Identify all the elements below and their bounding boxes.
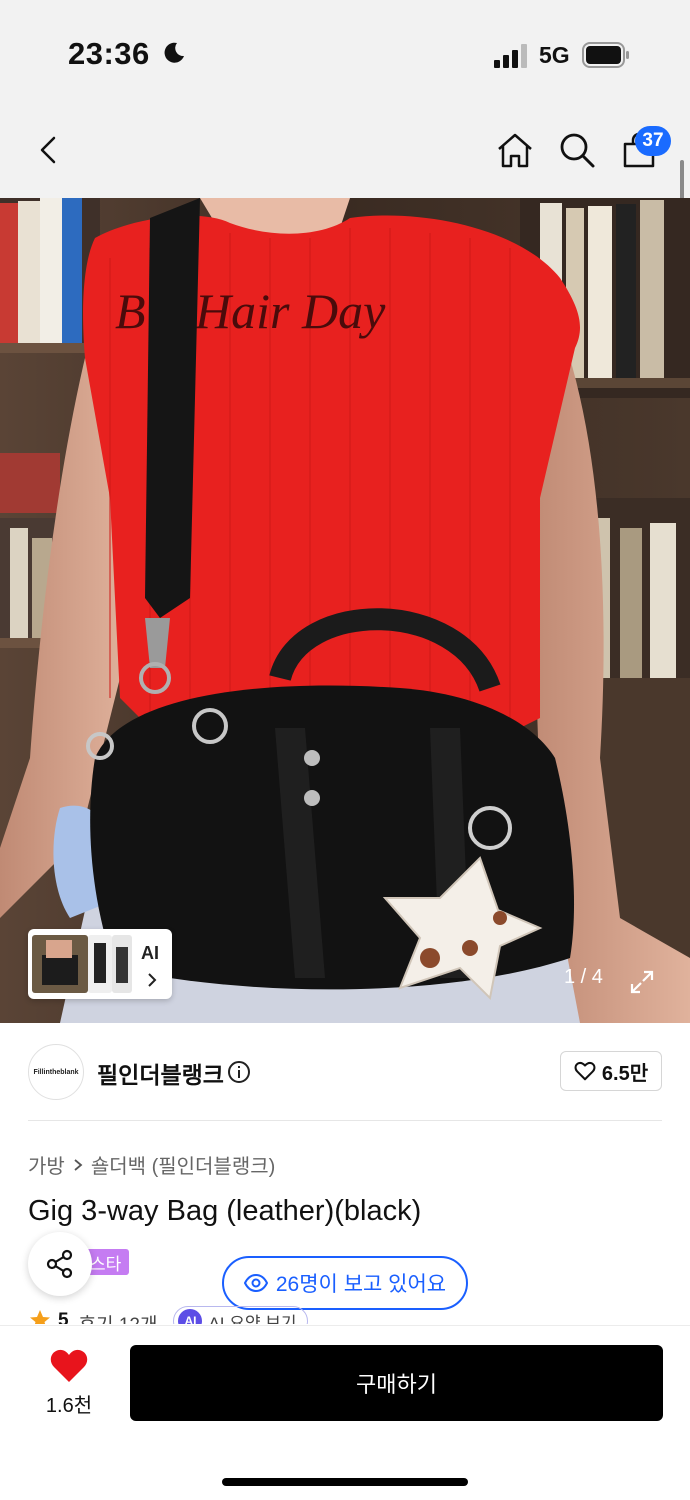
thumbnail-image: [32, 935, 88, 993]
heart-filled-icon[interactable]: [50, 1348, 88, 1384]
product-photo: B Hair Day: [0, 198, 690, 1023]
breadcrumb-item-subcategory[interactable]: 숄더백 (필인더블랭크): [91, 1150, 275, 1179]
viewers-text: 26명이 보고 있어요: [275, 1273, 447, 1296]
review-count-link[interactable]: 후기 12개: [79, 1310, 158, 1324]
product-title: Gig 3-way Bag (leather)(black): [28, 1195, 422, 1227]
chevron-right-icon: [148, 973, 157, 987]
star-icon: [30, 1310, 50, 1324]
eye-icon: [243, 1273, 268, 1293]
signal-icon: [494, 44, 527, 68]
brand-like-button[interactable]: 6.5만: [560, 1051, 662, 1091]
wish-count: 1.6천: [45, 1395, 93, 1417]
cart-count-badge[interactable]: 37: [635, 126, 671, 156]
ai-summary-label: AI 요약 보기: [208, 1313, 297, 1325]
rating-value: 5: [58, 1310, 69, 1324]
share-icon: [46, 1249, 73, 1279]
home-indicator: [222, 1478, 468, 1486]
top-nav-bar: [0, 100, 690, 198]
breadcrumb: 가방 숄더백 (필인더블랭크): [28, 1150, 275, 1179]
brand-like-count: 6.5만: [601, 1062, 649, 1085]
product-hero-image[interactable]: B Hair Day: [0, 198, 690, 1023]
svg-text:B: B: [115, 283, 146, 339]
breadcrumb-item-category[interactable]: 가방: [28, 1150, 65, 1179]
home-icon[interactable]: [495, 130, 535, 170]
back-arrow-icon[interactable]: [30, 130, 70, 170]
buy-button[interactable]: 구매하기: [130, 1345, 663, 1421]
thumbnail-image: [112, 935, 132, 993]
network-type: 5G: [539, 42, 570, 68]
info-icon[interactable]: [227, 1060, 251, 1084]
ai-thumbnail-card[interactable]: [28, 929, 172, 999]
status-bar: 23:36 5G: [0, 0, 690, 100]
ai-summary-button[interactable]: AI AI 요약 보기: [173, 1306, 308, 1325]
battery-icon: [582, 42, 629, 68]
ai-badge-icon: AI: [178, 1309, 203, 1324]
svg-text:Hair Day: Hair Day: [194, 283, 386, 339]
image-counter: 1 / 4: [564, 966, 603, 988]
search-icon[interactable]: [557, 130, 597, 170]
chevron-right-icon: [74, 1158, 83, 1171]
divider: [28, 1120, 662, 1121]
thumbnail-ai-label: AI: [141, 943, 159, 963]
status-time: 23:36: [68, 36, 150, 71]
moon-icon: [164, 42, 184, 63]
viewers-count-pill: 26명이 보고 있어요: [222, 1256, 468, 1310]
rating-row: 5 후기 12개 AI AI 요약 보기: [28, 1306, 348, 1324]
expand-icon[interactable]: [628, 968, 656, 996]
thumbnail-image: [88, 935, 112, 993]
brand-logo[interactable]: Fillintheblank: [28, 1044, 84, 1100]
brand-name[interactable]: 필인더블랭크: [97, 1056, 224, 1090]
share-button[interactable]: [28, 1232, 92, 1296]
heart-outline-icon: [574, 1062, 596, 1081]
